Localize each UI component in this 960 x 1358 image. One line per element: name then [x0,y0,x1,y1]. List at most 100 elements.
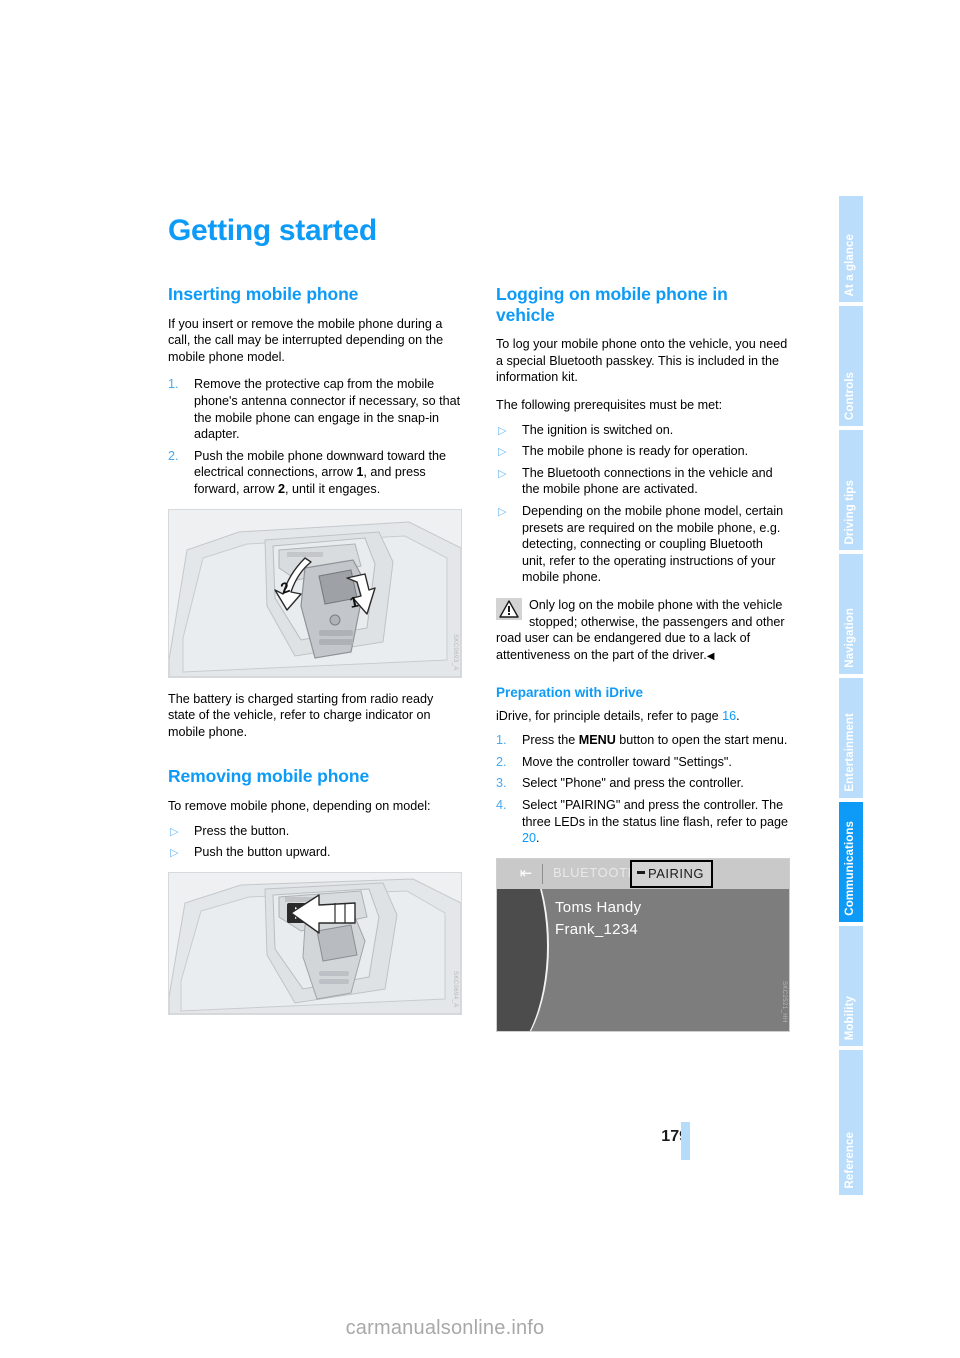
page-reference-link[interactable]: 16 [722,709,736,723]
bullet-text: Depending on the mobile phone model, cer… [522,504,784,585]
tab-label: Mobility [844,995,856,1040]
step-number: 2. [168,448,179,463]
sidebar-item-controls[interactable]: Controls [839,306,863,426]
sidebar-item-reference[interactable]: Reference [839,1050,863,1195]
figure-credit: SKC0693_A [452,633,458,671]
step-text-part: Select "PAIRING" and press the controlle… [522,797,789,829]
step-number: 3. [496,776,507,791]
step-text-part: button to open the start menu. [615,733,788,748]
triangle-bullet-icon: ▷ [498,424,507,437]
sidebar-item-driving-tips[interactable]: Driving tips [839,430,863,550]
menu-button-label: MENU [578,733,616,748]
snap-in-adapter-illustration: 1 2 SKC0693_A [168,508,462,678]
step-text-part: . [536,831,540,846]
idrive-screen-illustration: ⇤ BLUETOOTH PAIRING Toms Handy Frank_123… [496,857,790,1032]
list-item: ▷ The mobile phone is ready for operatio… [496,443,790,460]
list-removing-steps: ▷ Press the button. ▷ Push the button up… [168,823,462,861]
step-number: 2. [496,754,507,769]
page-marker-bar [681,1122,690,1160]
triangle-bullet-icon: ▷ [498,506,507,519]
bullet-text: Push the button upward. [194,845,331,860]
pairing-tab-selected[interactable]: PAIRING [630,859,713,888]
pairing-tab-label: PAIRING [648,865,704,881]
step-text-part: Press the [522,733,579,748]
figure-credit: SKC0694_A [452,971,458,1008]
heading-inserting-mobile-phone: Inserting mobile phone [168,284,359,304]
chapter-tab-strip: At a glance Controls Driving tips Naviga… [839,196,863,1199]
paired-device-list: Toms Handy Frank_1234 [555,897,641,941]
paragraph-logging-intro: To log your mobile phone onto the vehicl… [496,337,788,385]
list-item: 2. Move the controller toward "Settings"… [496,754,790,771]
triangle-bullet-icon: ▷ [170,825,179,838]
toolbar-divider [542,863,543,884]
tab-label: Navigation [844,608,856,668]
right-column: Logging on mobile phone in vehicle To lo… [496,284,790,1032]
bullet-text: The ignition is switched on. [522,422,674,437]
bluetooth-menu-label[interactable]: BLUETOOTH [553,865,638,880]
list-item: ▷ Press the button. [168,823,462,840]
list-item: 1. Press the MENU button to open the sta… [496,732,790,749]
warning-end-mark: ◀ [706,650,715,662]
triangle-bullet-icon: ▷ [170,847,179,860]
triangle-bullet-icon: ▷ [498,467,507,480]
paragraph-prerequisites-lead: The following prerequisites must be met: [496,398,723,413]
tab-label: At a glance [844,233,856,296]
heading-logging-on-mobile-phone: Logging on mobile phone in vehicle [496,284,728,325]
list-item[interactable]: Frank_1234 [555,919,641,941]
tab-label: Controls [844,371,856,420]
list-item: ▷ The ignition is switched on. [496,422,790,439]
left-column: Inserting mobile phone If you insert or … [168,284,462,1028]
two-column-layout: Inserting mobile phone If you insert or … [168,284,790,1032]
release-button-illustration: SKC0694_A [168,871,462,1015]
warning-block: Only log on the mobile phone with the ve… [496,597,790,665]
page-reference-link[interactable]: 20 [522,831,536,845]
site-watermark: carmanualsonline.info [345,1317,545,1339]
release-button-drawing [169,872,461,1014]
bullet-text: The mobile phone is ready for operation. [522,444,749,459]
back-arrow-icon[interactable]: ⇤ [515,865,537,882]
list-item: 3. Select "Phone" and press the controll… [496,775,790,792]
sidebar-item-navigation[interactable]: Navigation [839,554,863,674]
tab-label: Communications [844,821,856,916]
list-item: ▷ The Bluetooth connections in the vehic… [496,465,790,498]
paragraph-inserting-intro: If you insert or remove the mobile phone… [168,316,444,364]
paragraph-removing-intro: To remove mobile phone, depending on mod… [168,799,431,813]
paragraph-battery-charging: The battery is charged starting from rad… [168,691,434,739]
list-item: 2. Push the mobile phone downward toward… [168,448,462,498]
text-part: iDrive, for principle details, refer to … [496,708,723,723]
step-text: Select "Phone" and press the controller. [522,776,744,791]
list-item[interactable]: Toms Handy [555,897,641,919]
tab-label: Reference [844,1132,856,1189]
tab-label: Entertainment [844,713,856,792]
step-number: 4. [496,797,507,812]
step-text-part: , until it engages. [285,481,381,496]
text-part: . [736,708,740,723]
sidebar-item-mobility[interactable]: Mobility [839,926,863,1046]
snap-in-adapter-drawing: 1 2 [169,509,461,677]
arrow-label-2: 2 [277,481,285,496]
warning-triangle-icon [496,598,522,620]
page-content: Getting started Inserting mobile phone I… [168,214,790,1032]
heading-removing-mobile-phone: Removing mobile phone [168,766,370,787]
sidebar-item-at-a-glance[interactable]: At a glance [839,196,863,302]
manual-page: Getting started Inserting mobile phone I… [0,0,960,1358]
heading-preparation-with-idrive: Preparation with iDrive [496,685,644,701]
list-inserting-steps: 1. Remove the protective cap from the mo… [168,376,462,497]
bullet-text: The Bluetooth connections in the vehicle… [522,465,773,497]
list-item: 1. Remove the protective cap from the mo… [168,376,462,442]
bullet-text: Press the button. [194,823,290,838]
warning-text: Only log on the mobile phone with the ve… [496,598,785,662]
sidebar-item-communications[interactable]: Communications [839,802,863,922]
list-idrive-steps: 1. Press the MENU button to open the sta… [496,732,790,847]
step-text: Move the controller toward "Settings". [522,754,732,769]
paragraph-idrive-reference: iDrive, for principle details, refer to … [496,708,790,725]
step-text: Remove the protective cap from the mobil… [194,377,461,442]
list-item: 4. Select "PAIRING" and press the contro… [496,797,790,847]
step-number: 1. [496,733,507,748]
sidebar-item-entertainment[interactable]: Entertainment [839,678,863,798]
list-prerequisites: ▷ The ignition is switched on. ▷ The mob… [496,422,790,586]
list-item: ▷ Push the button upward. [168,844,462,861]
step-number: 1. [168,377,179,392]
list-item: ▷ Depending on the mobile phone model, c… [496,503,790,586]
page-title: Getting started [168,214,377,247]
